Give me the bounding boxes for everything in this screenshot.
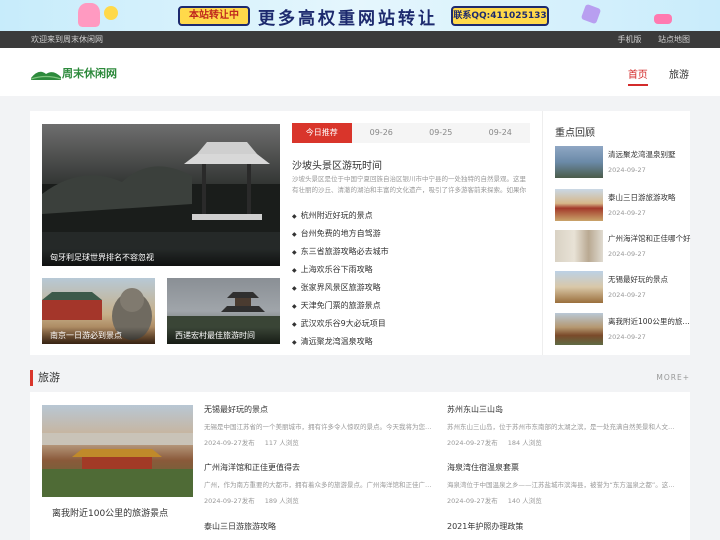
article-views: 140 人浏览 (507, 497, 542, 505)
tab-09-24[interactable]: 09-24 (471, 123, 531, 143)
article-date: 2024-09-27发布 (204, 497, 255, 505)
article-date: 2024-09-27发布 (204, 439, 255, 447)
featured-sub-caption-2: 西递宏村最佳旅游时间 (167, 327, 280, 344)
nav-travel[interactable]: 旅游 (669, 70, 689, 81)
ad-banner[interactable]: 本站转让中 更多高权重网站转让 联系QQ:411025133 (0, 0, 720, 31)
site-logo[interactable]: 周末休闲网 (31, 65, 117, 81)
tab-09-26[interactable]: 09-26 (352, 123, 412, 143)
section-article[interactable]: 2021年护照办理政策 (447, 521, 679, 532)
article-title: 苏州东山三山岛 (447, 405, 503, 414)
section-big-image[interactable] (42, 405, 193, 497)
article-meta: 2024-09-27发布 189 人浏览 (204, 495, 436, 505)
section-big-caption[interactable]: 离我附近100公里的旅游景点 (52, 506, 168, 519)
list-item[interactable]: 清远聚龙湾温泉攻略 (292, 333, 532, 351)
sidebar-item-date: 2024-09-27 (608, 209, 646, 217)
sitemap-link[interactable]: 站点地图 (658, 35, 690, 44)
more-link[interactable]: MORE+ (656, 373, 690, 382)
sidebar-item-title: 广州海洋馆和正佳哪个好 (608, 234, 691, 243)
article-meta: 2024-09-27发布 140 人浏览 (447, 495, 679, 505)
sidebar-item[interactable]: 无锡最好玩的景点 2024-09-27 (555, 271, 691, 303)
article-date: 2024-09-27发布 (447, 497, 498, 505)
sidebar-item-date: 2024-09-27 (608, 291, 646, 299)
sidebar-item[interactable]: 离我附近100公里的旅游景点 2024-09-27 (555, 313, 692, 345)
mobile-link[interactable]: 手机版 (617, 35, 641, 44)
sidebar-item-title: 无锡最好玩的景点 (608, 275, 668, 284)
article-title: 无锡最好玩的景点 (204, 405, 268, 414)
sidebar-item-title: 离我附近100公里的旅游景点 (608, 317, 692, 326)
sidebar-thumb (555, 146, 603, 178)
tab-09-25[interactable]: 09-25 (411, 123, 471, 143)
article-desc: 海泉湾位于中国温泉之乡——江苏盐城市滨海县，被誉为“东方温泉之都”。这个... (447, 481, 679, 489)
section-article[interactable]: 苏州东山三山岛 苏州东山三山岛，位于苏州市东南部的太湖之滨，是一处充满自然美景和… (447, 404, 679, 447)
list-item[interactable]: 张家界风景区旅游攻略 (292, 279, 532, 297)
section-title: 旅游 (30, 370, 60, 386)
sidebar-item-date: 2024-09-27 (608, 166, 646, 174)
article-views: 184 人浏览 (507, 439, 542, 447)
article-views: 117 人浏览 (264, 439, 299, 447)
main-nav: 首页 旅游 (610, 66, 689, 86)
header: 周末休闲网 首页 旅游 (0, 48, 720, 96)
article-title: 广州海洋馆和正佳更值得去 (204, 463, 300, 472)
section-article[interactable]: 无锡最好玩的景点 无锡是中国江苏省的一个美丽城市，拥有许多令人惊叹的景点。今天我… (204, 404, 436, 447)
banner-qq: 联系QQ:411025133 (451, 6, 549, 26)
sidebar-item[interactable]: 泰山三日游旅游攻略 2024-09-27 (555, 189, 691, 221)
pavilion-snow-scene (42, 142, 280, 266)
sidebar-item[interactable]: 清远聚龙湾温泉别墅 2024-09-27 (555, 146, 691, 178)
gift-icon (580, 3, 602, 25)
tab-today[interactable]: 今日推荐 (292, 123, 352, 143)
featured-sub-image-2[interactable]: 西递宏村最佳旅游时间 (167, 278, 280, 344)
logo-text: 周末休闲网 (62, 67, 117, 80)
mountain-logo-icon (31, 71, 61, 80)
section-article[interactable]: 海泉湾住宿温泉套票 海泉湾位于中国温泉之乡——江苏盐城市滨海县，被誉为“东方温泉… (447, 462, 679, 505)
featured-sub-image-1[interactable]: 南京一日游必到景点 (42, 278, 155, 344)
article-desc: 广州，作为南方重要的大都市，拥有着众多的旅游景点。广州海洋馆和正佳广场是... (204, 481, 436, 489)
article-meta: 2024-09-27发布 184 人浏览 (447, 437, 679, 447)
featured-sub-caption-1: 南京一日游必到景点 (42, 327, 155, 344)
headline-title[interactable]: 沙坡头景区游玩时间 (292, 157, 382, 172)
sun-icon (104, 6, 118, 20)
list-item[interactable]: 杭州附近好玩的景点 (292, 207, 532, 225)
featured-main-caption: 匈牙利足球世界排名不容忽视 (42, 249, 280, 266)
mascot-icon (78, 3, 100, 27)
sidebar-item-date: 2024-09-27 (608, 333, 646, 341)
sidebar-item-title: 清远聚龙湾温泉别墅 (608, 150, 676, 159)
date-tabs: 今日推荐 09-26 09-25 09-24 (292, 123, 530, 143)
top-bar: 欢迎来到周末休闲网 手机版 站点地图 (0, 31, 720, 48)
banner-slogan: 更多高权重网站转让 (258, 9, 438, 29)
sidebar-thumb (555, 230, 603, 262)
sidebar-item[interactable]: 广州海洋馆和正佳哪个好 2024-09-27 (555, 230, 691, 262)
sidebar-thumb (555, 313, 603, 345)
candy-icon (654, 14, 672, 24)
featured-main-image[interactable]: 匈牙利足球世界排名不容忽视 (42, 124, 280, 266)
list-item[interactable]: 台州免费的地方自驾游 (292, 225, 532, 243)
sidebar-item-title: 泰山三日游旅游攻略 (608, 193, 676, 202)
list-item[interactable]: 上海欢乐谷下雨攻略 (292, 261, 532, 279)
review-sidebar: 重点回顾 清远聚龙湾温泉别墅 2024-09-27 泰山三日游旅游攻略 2024… (542, 111, 692, 355)
section-article[interactable]: 广州海洋馆和正佳更值得去 广州，作为南方重要的大都市，拥有着众多的旅游景点。广州… (204, 462, 436, 505)
article-title: 海泉湾住宿温泉套票 (447, 463, 519, 472)
article-desc: 苏州东山三山岛，位于苏州市东南部的太湖之滨，是一处充满自然美景和人文历史... (447, 423, 679, 431)
sidebar-thumb (555, 189, 603, 221)
section-article[interactable]: 泰山三日游旅游攻略 (204, 521, 436, 532)
forbidden-city-scene (42, 433, 193, 497)
list-item[interactable]: 东三省旅游攻略必去城市 (292, 243, 532, 261)
list-item[interactable]: 武汉欢乐谷9大必玩项目 (292, 315, 532, 333)
sidebar-item-date: 2024-09-27 (608, 250, 646, 258)
banner-tag: 本站转让中 (178, 6, 250, 26)
article-list: 杭州附近好玩的景点 台州免费的地方自驾游 东三省旅游攻略必去城市 上海欢乐谷下雨… (292, 207, 532, 351)
welcome-text: 欢迎来到周末休闲网 (31, 35, 103, 44)
article-date: 2024-09-27发布 (447, 439, 498, 447)
sidebar-title: 重点回顾 (555, 128, 595, 139)
nav-home[interactable]: 首页 (627, 70, 648, 86)
article-meta: 2024-09-27发布 117 人浏览 (204, 437, 436, 447)
sidebar-thumb (555, 271, 603, 303)
list-item[interactable]: 天津免门票的旅游景点 (292, 297, 532, 315)
article-views: 189 人浏览 (264, 497, 299, 505)
article-desc: 无锡是中国江苏省的一个美丽城市，拥有许多令人惊叹的景点。今天我将为您介绍... (204, 423, 436, 431)
article-title: 泰山三日游旅游攻略 (204, 522, 276, 531)
article-title: 2021年护照办理政策 (447, 522, 524, 531)
headline-desc: 沙坡头景区是位于中国宁夏回族自治区银川市中宁县的一处独特的自然景观。这里有壮丽的… (292, 175, 526, 194)
